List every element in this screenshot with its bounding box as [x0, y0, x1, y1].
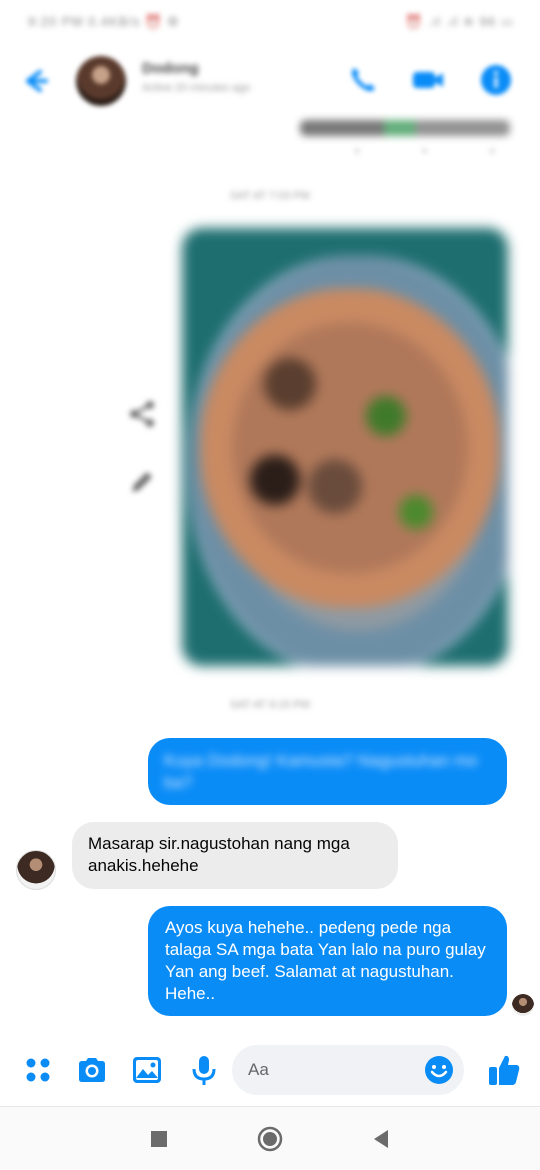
info-icon [481, 65, 511, 95]
message-thread[interactable]: • • • SAT AT 7:03 PM SAT AT 9:15 PM Kuya… [0, 114, 540, 1034]
camera-button[interactable] [76, 1054, 108, 1086]
status-bar: 9:20 PM 0.4KB/s ⏰ ⚙ ⏰ .ıl .ıl ≋ 96 ▭ [0, 0, 540, 48]
home-circle-icon [257, 1126, 283, 1152]
shared-food-photo[interactable] [182, 228, 508, 666]
video-call-button[interactable] [410, 62, 446, 98]
edit-photo-button[interactable] [126, 466, 158, 498]
sender-avatar[interactable] [16, 850, 56, 890]
back-button[interactable] [18, 64, 52, 98]
status-indicators: ⏰ .ıl .ıl ≋ 96 ▭ [405, 14, 514, 29]
message-timestamp: SAT AT 9:15 PM [230, 699, 310, 711]
contact-name[interactable]: Dodong [142, 60, 199, 77]
message-text: Kuya Dodong! Kamusta? Nagustuhan mo ba? [164, 751, 478, 792]
system-navigation-bar [0, 1106, 540, 1170]
like-button[interactable] [486, 1052, 522, 1088]
image-icon [133, 1057, 161, 1083]
outgoing-message-bubble[interactable]: Kuya Dodong! Kamusta? Nagustuhan mo ba? [148, 738, 507, 805]
share-photo-button[interactable] [126, 398, 158, 430]
previous-message-reactions: • • • [355, 144, 525, 158]
message-text: Ayos kuya hehehe.. pedeng pede nga talag… [165, 918, 486, 1003]
camera-icon [79, 1058, 105, 1082]
pencil-icon [132, 472, 152, 492]
home-button[interactable] [255, 1124, 285, 1154]
info-button[interactable] [478, 62, 514, 98]
read-receipt-avatar [512, 994, 534, 1016]
voice-message-button[interactable] [188, 1054, 220, 1086]
message-composer [0, 1034, 540, 1106]
gallery-button[interactable] [131, 1054, 163, 1086]
more-actions-button[interactable] [22, 1054, 54, 1086]
recents-square-icon [151, 1131, 167, 1147]
system-back-button[interactable] [366, 1124, 396, 1154]
voice-call-button[interactable] [345, 62, 381, 98]
message-text: Masarap sir.nagustohan nang mga anakis.h… [88, 834, 350, 875]
recents-button[interactable] [144, 1124, 174, 1154]
emoji-icon [425, 1056, 453, 1084]
contact-avatar[interactable] [76, 56, 126, 106]
phone-icon [351, 68, 375, 92]
previous-media-preview[interactable] [300, 120, 510, 136]
incoming-message-bubble[interactable]: Masarap sir.nagustohan nang mga anakis.h… [72, 822, 398, 889]
back-triangle-icon [374, 1130, 388, 1148]
video-camera-icon [413, 72, 443, 88]
emoji-button[interactable] [423, 1054, 455, 1086]
message-timestamp: SAT AT 7:03 PM [230, 190, 310, 202]
thumbs-up-icon [489, 1055, 520, 1085]
apps-grid-icon [26, 1058, 50, 1082]
contact-active-status: Active 20 minutes ago [142, 82, 251, 94]
conversation-header: Dodong Active 20 minutes ago [0, 48, 540, 114]
status-time: 9:20 PM 0.4KB/s ⏰ ⚙ [28, 14, 180, 29]
share-icon [130, 401, 154, 427]
back-arrow-icon [26, 70, 48, 92]
outgoing-message-bubble[interactable]: Ayos kuya hehehe.. pedeng pede nga talag… [148, 906, 507, 1016]
microphone-icon [192, 1056, 216, 1085]
